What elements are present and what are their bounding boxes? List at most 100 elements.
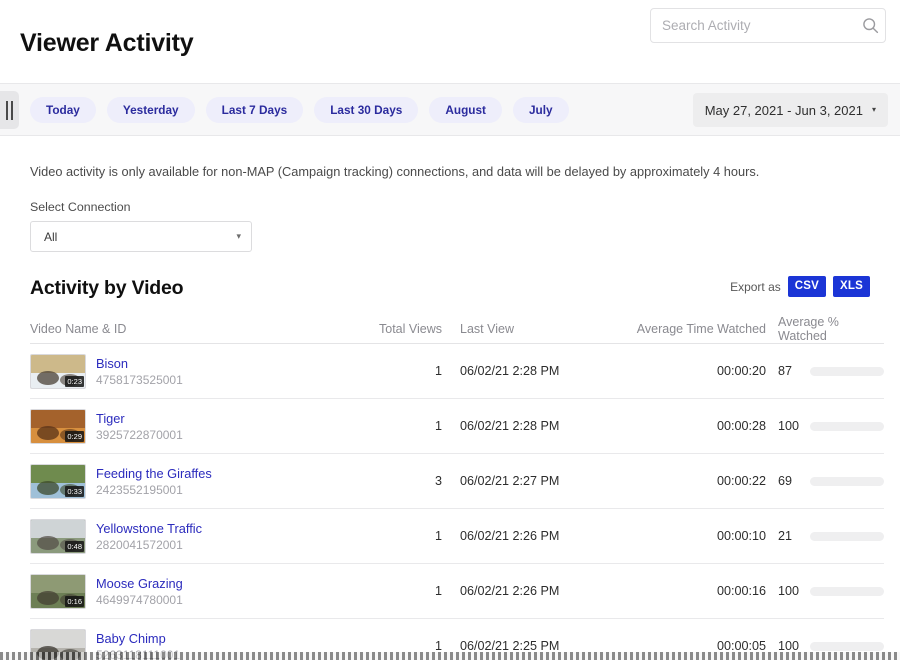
last-view-cell: 06/02/21 2:26 PM [444, 529, 619, 543]
video-duration-badge: 0:16 [65, 596, 84, 607]
date-range-selector[interactable]: May 27, 2021 - Jun 3, 2021 ▾ [693, 93, 888, 127]
video-id: 3925722870001 [96, 428, 183, 442]
table-row[interactable]: 0:48Yellowstone Traffic2820041572001106/… [30, 509, 884, 564]
table-row[interactable]: 0:16Moose Grazing4649974780001106/02/21 … [30, 564, 884, 619]
video-thumbnail[interactable]: 0:29 [30, 409, 86, 444]
avg-time-watched-cell: 00:00:28 [619, 419, 766, 433]
last-view-cell: 06/02/21 2:28 PM [444, 419, 619, 433]
avg-pct-watched-cell: 100 [766, 419, 884, 433]
avg-time-watched-cell: 00:00:20 [619, 364, 766, 378]
video-thumbnail[interactable]: 0:16 [30, 574, 86, 609]
avg-pct-value: 21 [778, 529, 806, 543]
pct-progress-track [810, 642, 884, 651]
video-name-cell: 0:16 Moose Grazing 4649974780001 [30, 574, 360, 609]
avg-time-watched-cell: 00:00:10 [619, 529, 766, 543]
avg-pct-value: 100 [778, 419, 806, 433]
avg-pct-watched-cell: 100 [766, 639, 884, 653]
video-name-cell: 0:29 Tiger 3925722870001 [30, 409, 360, 444]
video-thumbnail[interactable]: 0:48 [30, 519, 86, 554]
video-meta: Tiger 3925722870001 [96, 411, 183, 442]
last-view-cell: 06/02/21 2:28 PM [444, 364, 619, 378]
video-title-link[interactable]: Bison [96, 356, 183, 371]
export-xls-button[interactable]: XLS [833, 276, 870, 297]
connection-select[interactable]: All ▾ [30, 221, 252, 252]
table-body: 0:23Bison4758173525001106/02/21 2:28 PM0… [30, 344, 884, 660]
video-duration-badge: 0:33 [65, 486, 84, 497]
section-title: Activity by Video [30, 277, 183, 300]
table-row[interactable]: 0:33 Feeding the Giraffes 2423552195001 306… [30, 454, 884, 509]
column-header-total-views: Total Views [360, 322, 444, 336]
video-duration-badge: 0:23 [65, 376, 84, 387]
total-views-cell: 1 [360, 419, 444, 433]
chip-august[interactable]: August [429, 97, 502, 123]
date-filter-bar: Today Yesterday Last 7 Days Last 30 Days… [0, 84, 900, 136]
date-range-label: May 27, 2021 - Jun 3, 2021 [705, 103, 863, 118]
search-input[interactable] [651, 18, 855, 33]
video-duration-badge: 0:48 [65, 541, 84, 552]
viewport-cut-edge [0, 652, 900, 660]
avg-time-watched-cell: 00:00:05 [619, 639, 766, 653]
video-title-link[interactable]: Yellowstone Traffic [96, 521, 202, 536]
avg-pct-watched-cell: 21 [766, 529, 884, 543]
table-row[interactable]: 0:29Tiger3925722870001106/02/21 2:28 PM0… [30, 399, 884, 454]
search-icon[interactable] [855, 17, 885, 34]
avg-time-watched-cell: 00:00:22 [619, 474, 766, 488]
table-header-row: Video Name & ID Total Views Last View Av… [30, 314, 884, 344]
last-view-cell: 06/02/21 2:25 PM [444, 639, 619, 653]
total-views-cell: 1 [360, 364, 444, 378]
total-views-cell: 3 [360, 474, 444, 488]
video-title-link[interactable]: Baby Chimp [96, 631, 180, 646]
video-title-link[interactable]: Tiger [96, 411, 183, 426]
video-id: 2423552195001 [96, 483, 212, 497]
quick-date-chips: Today Yesterday Last 7 Days Last 30 Days… [30, 84, 569, 136]
chip-today[interactable]: Today [30, 97, 96, 123]
avg-pct-watched-cell: 69 [766, 474, 884, 488]
video-title-link[interactable]: Feeding the Giraffes [96, 466, 212, 481]
connection-filter: Select Connection All ▾ [30, 200, 900, 252]
video-title-link[interactable]: Moose Grazing [96, 576, 183, 591]
chip-last-7-days[interactable]: Last 7 Days [206, 97, 304, 123]
column-header-avg-time: Average Time Watched [619, 322, 766, 336]
search-box[interactable] [650, 8, 886, 43]
avg-pct-value: 100 [778, 584, 806, 598]
video-id: 2820041572001 [96, 538, 202, 552]
last-view-cell: 06/02/21 2:26 PM [444, 584, 619, 598]
viewer-activity-page: Viewer Activity Today Yesterday Last 7 D… [0, 0, 900, 660]
column-header-avg-pct: Average % Watched [766, 315, 884, 343]
video-id: 4758173525001 [96, 373, 183, 387]
video-meta: Feeding the Giraffes 2423552195001 [96, 466, 212, 497]
activity-section-header: Activity by Video Export as CSV XLS [30, 276, 870, 300]
video-duration-badge: 0:29 [65, 431, 84, 442]
avg-pct-value: 100 [778, 639, 806, 653]
pct-progress-track [810, 367, 884, 376]
activity-table: Video Name & ID Total Views Last View Av… [30, 314, 884, 660]
pct-progress-track [810, 477, 884, 486]
pct-progress-track [810, 532, 884, 541]
video-name-cell: 0:33 Feeding the Giraffes 2423552195001 [30, 464, 360, 499]
chevron-down-icon: ▾ [872, 106, 876, 114]
video-thumbnail[interactable]: 0:33 [30, 464, 86, 499]
video-meta: Bison 4758173525001 [96, 356, 183, 387]
chevron-down-icon: ▾ [236, 231, 241, 242]
pct-progress-track [810, 422, 884, 431]
page-title: Viewer Activity [20, 29, 193, 58]
chip-july[interactable]: July [513, 97, 569, 123]
last-view-cell: 06/02/21 2:27 PM [444, 474, 619, 488]
connection-label: Select Connection [30, 200, 900, 214]
chip-yesterday[interactable]: Yesterday [107, 97, 195, 123]
connection-selected-value: All [44, 230, 236, 244]
video-name-cell: 0:48 Yellowstone Traffic 2820041572001 [30, 519, 360, 554]
availability-notice: Video activity is only available for non… [30, 164, 900, 179]
avg-time-watched-cell: 00:00:16 [619, 584, 766, 598]
video-id: 4649974780001 [96, 593, 183, 607]
drag-handle-icon[interactable] [0, 91, 19, 129]
video-meta: Yellowstone Traffic 2820041572001 [96, 521, 202, 552]
avg-pct-value: 87 [778, 364, 806, 378]
video-thumbnail[interactable]: 0:23 [30, 354, 86, 389]
video-meta: Moose Grazing 4649974780001 [96, 576, 183, 607]
total-views-cell: 1 [360, 639, 444, 653]
chip-last-30-days[interactable]: Last 30 Days [314, 97, 418, 123]
table-row[interactable]: 0:23 Bison 4758173525001 106/02/21 2:28 PM0… [30, 344, 884, 399]
avg-pct-watched-cell: 87 [766, 364, 884, 378]
export-csv-button[interactable]: CSV [788, 276, 826, 297]
